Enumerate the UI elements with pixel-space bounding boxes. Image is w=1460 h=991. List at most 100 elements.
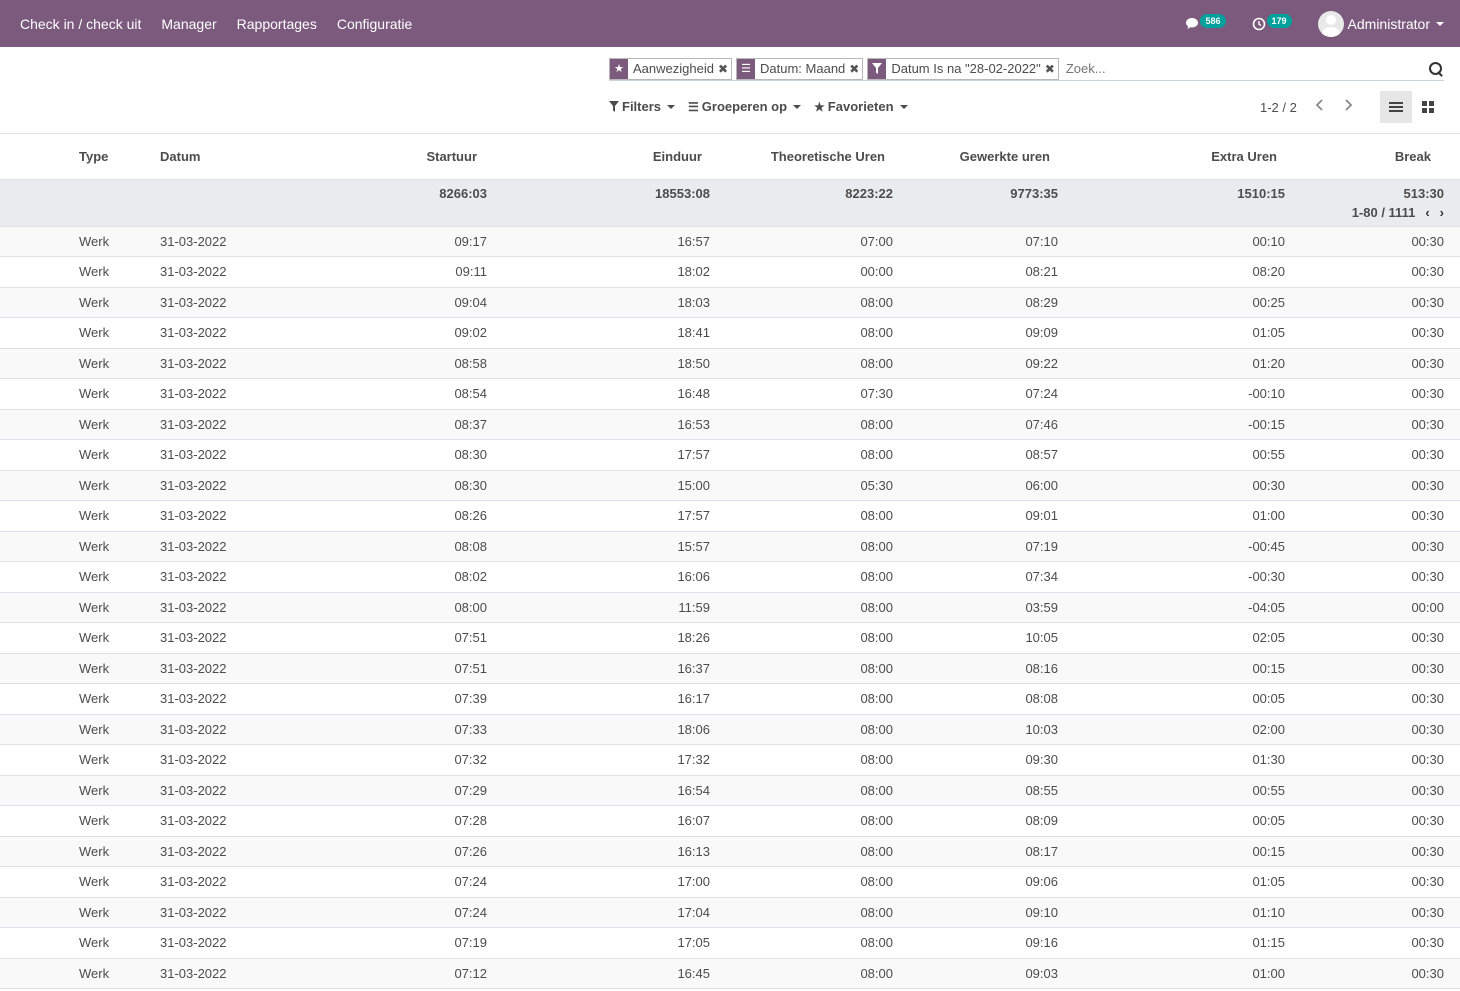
messages-button[interactable]: 586: [1185, 13, 1226, 31]
table-row[interactable]: Werk 31-03-2022 07:24 17:00 08:00 09:06 01:05 0…: [0, 866, 1460, 898]
search-facet-filter[interactable]: Datum Is na "28-02-2022" ✖: [867, 57, 1059, 80]
table-row[interactable]: Werk 31-03-2022 07:32 17:32 08:00 09:30 01:30 0…: [0, 744, 1460, 776]
chevron-left-icon[interactable]: ‹: [1425, 205, 1429, 220]
row-type: Werk: [79, 470, 160, 501]
table-row[interactable]: Werk 31-03-2022 07:39 16:17 08:00 08:08 00:05 0…: [0, 683, 1460, 715]
table-row[interactable]: Werk 31-03-2022 08:54 16:48 07:30 07:24 -00:10…: [0, 378, 1460, 410]
search-facet-groupby[interactable]: ☰ Datum: Maand ✖: [736, 57, 864, 80]
group-total-break: 513:30: [1403, 185, 1444, 201]
search-input[interactable]: [1062, 61, 1428, 76]
table-row[interactable]: Werk 31-03-2022 08:00 11:59 08:00 03:59 -04:05…: [0, 592, 1460, 623]
row-start: 08:30: [322, 470, 487, 501]
group-pager: 1-80 / 1111 ‹ ›: [1285, 205, 1444, 220]
group-pager-value: 1-80 / 1111: [1351, 204, 1416, 220]
row-break: 00:30: [1285, 561, 1460, 593]
table-row[interactable]: Werk 31-03-2022 07:12 16:45 08:00 09:03 01:00 0…: [0, 958, 1460, 989]
group-total-end: 18553:08: [487, 179, 710, 227]
row-spacer: [0, 317, 79, 349]
row-date: 31-03-2022: [160, 714, 322, 745]
table-row[interactable]: Werk 31-03-2022 07:28 16:07 08:00 08:09 00:05 0…: [0, 805, 1460, 837]
row-end: 17:57: [487, 439, 710, 471]
pager-next-button[interactable]: [1343, 98, 1353, 115]
table-row[interactable]: Werk 31-03-2022 09:04 18:03 08:00 08:29 00:25 0…: [0, 287, 1460, 318]
column-header-break[interactable]: Break: [1285, 134, 1460, 180]
row-spacer: [0, 897, 79, 928]
list-view-button[interactable]: [1380, 91, 1412, 123]
row-break: 00:30: [1285, 958, 1460, 989]
row-date: 31-03-2022: [160, 958, 322, 989]
user-name: Administrator: [1347, 15, 1430, 32]
menu-configuration[interactable]: Configuratie: [327, 0, 423, 47]
menu-manager[interactable]: Manager: [151, 0, 226, 47]
table-row[interactable]: Werk 31-03-2022 08:26 17:57 08:00 09:01 01:00 0…: [0, 500, 1460, 532]
kanban-view-button[interactable]: [1412, 91, 1444, 123]
row-break: 00:30: [1285, 409, 1460, 440]
row-start: 08:26: [322, 500, 487, 532]
table-row[interactable]: Werk 31-03-2022 07:19 17:05 08:00 09:16 01:15 0…: [0, 927, 1460, 959]
row-break: 00:30: [1285, 378, 1460, 410]
table-row[interactable]: Werk 31-03-2022 08:30 15:00 05:30 06:00 00:30 0…: [0, 470, 1460, 501]
group-row[interactable]: 8266:03 18553:08 8223:22 9773:35 1510:15…: [0, 179, 1460, 227]
pager-previous-button[interactable]: [1315, 98, 1325, 115]
close-icon[interactable]: ✖: [1045, 62, 1058, 76]
column-header-date[interactable]: Datum: [160, 134, 322, 180]
group-total-cell: 513:30 1-80 / 1111 ‹ ›: [1285, 179, 1460, 227]
column-header-start[interactable]: Startuur: [322, 134, 487, 180]
table-row[interactable]: Werk 31-03-2022 07:33 18:06 08:00 10:03 02:00 0…: [0, 714, 1460, 745]
row-end: 16:53: [487, 409, 710, 440]
row-spacer: [0, 836, 79, 867]
row-worked: 08:55: [893, 775, 1058, 806]
menu-reports[interactable]: Rapportages: [227, 0, 327, 47]
activities-button[interactable]: 179: [1252, 13, 1292, 31]
close-icon[interactable]: ✖: [718, 62, 731, 76]
row-date: 31-03-2022: [160, 622, 322, 654]
user-menu[interactable]: Administrator: [1317, 10, 1444, 37]
row-extra: 00:05: [1058, 683, 1285, 715]
search-icon[interactable]: [1428, 61, 1444, 77]
row-type: Werk: [79, 439, 160, 471]
table-row[interactable]: Werk 31-03-2022 09:02 18:41 08:00 09:09 01:05 0…: [0, 317, 1460, 349]
row-end: 16:17: [487, 683, 710, 715]
column-header-end[interactable]: Einduur: [487, 134, 710, 180]
table-row[interactable]: Werk 31-03-2022 08:02 16:06 08:00 07:34 -00:30…: [0, 561, 1460, 593]
row-start: 07:51: [322, 622, 487, 654]
table-row[interactable]: Werk 31-03-2022 07:26 16:13 08:00 08:17 00:15 0…: [0, 836, 1460, 867]
row-type: Werk: [79, 805, 160, 837]
table-row[interactable]: Werk 31-03-2022 08:58 18:50 08:00 09:22 01:20 0…: [0, 348, 1460, 379]
table-row[interactable]: Werk 31-03-2022 09:17 16:57 07:00 07:10 00:10 0…: [0, 226, 1460, 257]
table-row[interactable]: Werk 31-03-2022 08:30 17:57 08:00 08:57 00:55 0…: [0, 439, 1460, 471]
table-row[interactable]: Werk 31-03-2022 09:11 18:02 00:00 08:21 08:20 0…: [0, 256, 1460, 288]
column-header-extra[interactable]: Extra Uren: [1058, 134, 1285, 180]
filters-dropdown[interactable]: Filters: [609, 99, 676, 114]
row-type: Werk: [79, 317, 160, 349]
row-theoretical: 08:00: [710, 622, 893, 654]
search-facet-favorite[interactable]: ★ Aanwezigheid ✖: [609, 57, 733, 80]
row-spacer: [0, 439, 79, 471]
pager-value[interactable]: 1-2 / 2: [1260, 100, 1297, 115]
row-date: 31-03-2022: [160, 744, 322, 776]
column-header-theoretical[interactable]: Theoretische Uren: [710, 134, 893, 180]
row-start: 08:08: [322, 531, 487, 562]
table-row[interactable]: Werk 31-03-2022 07:24 17:04 08:00 09:10 01:10 0…: [0, 897, 1460, 928]
table-row[interactable]: Werk 31-03-2022 07:29 16:54 08:00 08:55 00:55 0…: [0, 775, 1460, 806]
row-type: Werk: [79, 561, 160, 593]
row-start: 09:17: [322, 226, 487, 257]
table-row[interactable]: Werk 31-03-2022 08:37 16:53 08:00 07:46 -00:15…: [0, 409, 1460, 440]
row-end: 17:32: [487, 744, 710, 776]
table-row[interactable]: Werk 31-03-2022 08:08 15:57 08:00 07:19 -00:45…: [0, 531, 1460, 562]
table-row[interactable]: Werk 31-03-2022 07:51 18:26 08:00 10:05 02:05 0…: [0, 622, 1460, 654]
row-end: 16:37: [487, 653, 710, 684]
close-icon[interactable]: ✖: [849, 62, 862, 76]
row-end: 18:03: [487, 287, 710, 318]
column-header-worked[interactable]: Gewerkte uren: [893, 134, 1058, 180]
group-by-dropdown[interactable]: ☰ Groeperen op: [688, 99, 802, 114]
menu-check-in-out[interactable]: Check in / check uit: [10, 0, 151, 47]
column-header-type[interactable]: Type: [79, 134, 160, 180]
row-spacer: [0, 256, 79, 288]
row-worked: 09:03: [893, 958, 1058, 989]
chevron-right-icon[interactable]: ›: [1440, 205, 1444, 220]
favorites-dropdown[interactable]: ★ Favorieten: [814, 99, 908, 114]
table-row[interactable]: Werk 31-03-2022 07:51 16:37 08:00 08:16 00:15 0…: [0, 653, 1460, 684]
row-break: 00:30: [1285, 744, 1460, 776]
row-end: 18:02: [487, 256, 710, 288]
